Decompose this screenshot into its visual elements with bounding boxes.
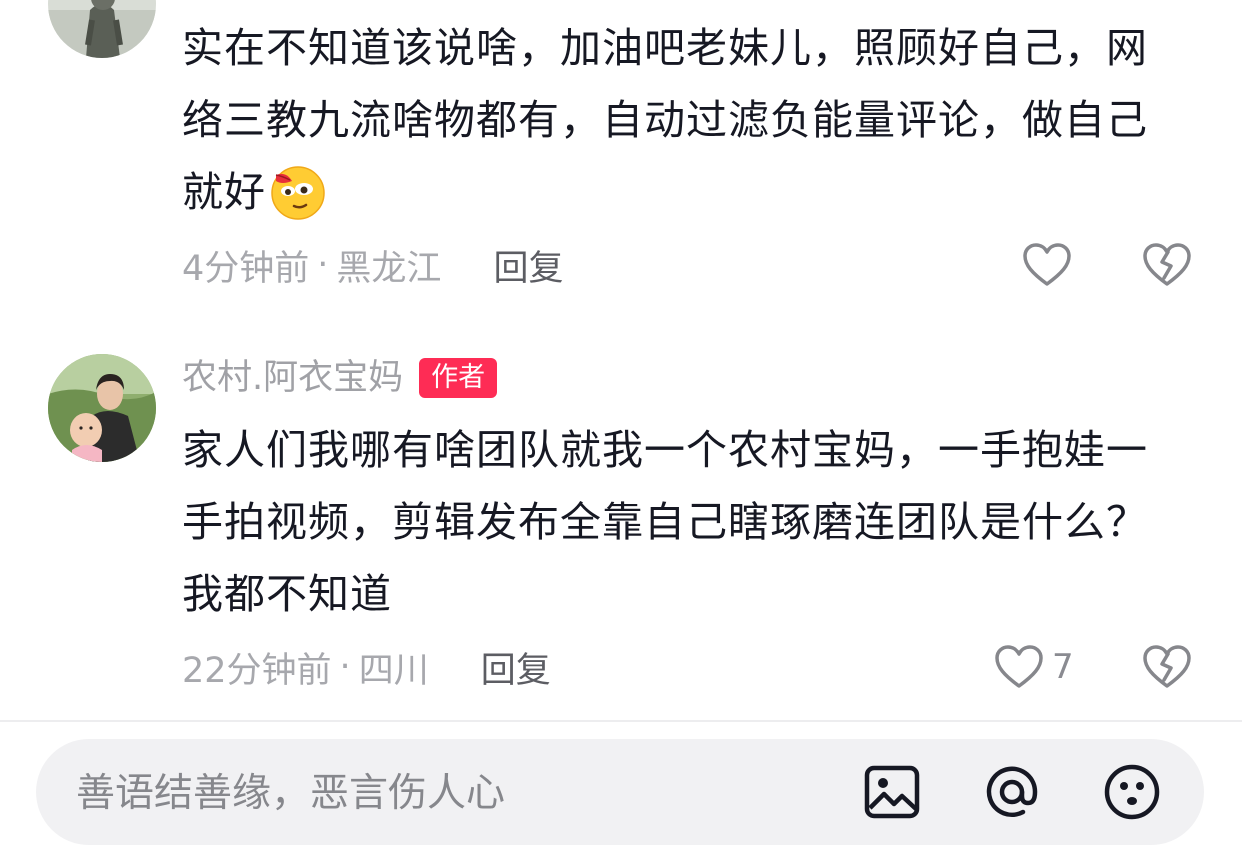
comment-body: 家人们我哪有啥团队就我一个农村宝妈，一手抱娃一手拍视频，剪辑发布全靠自己瞎琢磨连… [182, 426, 1148, 618]
broken-heart-icon [1143, 243, 1191, 286]
comment-time: 4分钟前 [182, 248, 310, 289]
comment-input[interactable] [74, 739, 838, 847]
comment-input-bar [0, 722, 1242, 864]
username[interactable]: 农村.阿衣宝妈 [182, 356, 403, 400]
meta-separator: · [317, 245, 329, 285]
reply-button[interactable]: 回复 [493, 240, 563, 291]
heart-icon [995, 645, 1043, 688]
emoji-icon[interactable] [1102, 762, 1162, 822]
like-count: 7 [1052, 647, 1074, 687]
comment-meta: 22分钟前 · 四川 回复 [182, 642, 551, 692]
dislike-button[interactable] [1142, 642, 1192, 692]
shy-face-emoji-icon [268, 161, 328, 221]
comment-item: 农村.阿衣宝妈 作者 家人们我哪有啥团队就我一个农村宝妈，一手抱娃一手拍视频，剪… [0, 330, 1242, 720]
like-button[interactable] [1022, 240, 1080, 290]
heart-icon [1023, 243, 1071, 286]
broken-heart-icon [1143, 645, 1191, 688]
at-mention-icon[interactable] [982, 762, 1042, 822]
comment-location: 黑龙江 [336, 248, 442, 289]
comment-meta: 4分钟前 · 黑龙江 回复 [182, 240, 563, 290]
author-badge: 作者 [419, 358, 498, 398]
comment-input-container [36, 739, 1204, 847]
comment-list: 实在不知道该说啥，加油吧老妹儿，照顾好自己，网络三教九流啥物都有，自动过滤负能量… [0, 0, 1242, 720]
comment-text: 实在不知道该说啥，加油吧老妹儿，照顾好自己，网络三教九流啥物都有，自动过滤负能量… [182, 12, 1182, 228]
avatar[interactable] [48, 354, 156, 462]
reply-button[interactable]: 回复 [481, 642, 551, 693]
comment-location: 四川 [358, 650, 429, 691]
avatar[interactable] [48, 0, 156, 58]
comment-time: 22分钟前 [182, 650, 332, 691]
image-icon[interactable] [862, 762, 922, 822]
username-row: 农村.阿衣宝妈 作者 [182, 356, 498, 400]
dislike-button[interactable] [1142, 240, 1192, 290]
comment-text: 家人们我哪有啥团队就我一个农村宝妈，一手抱娃一手拍视频，剪辑发布全靠自己瞎琢磨连… [182, 414, 1182, 630]
like-button[interactable]: 7 [994, 642, 1074, 692]
meta-separator: · [339, 647, 351, 687]
comment-item: 实在不知道该说啥，加油吧老妹儿，照顾好自己，网络三教九流啥物都有，自动过滤负能量… [0, 0, 1242, 320]
